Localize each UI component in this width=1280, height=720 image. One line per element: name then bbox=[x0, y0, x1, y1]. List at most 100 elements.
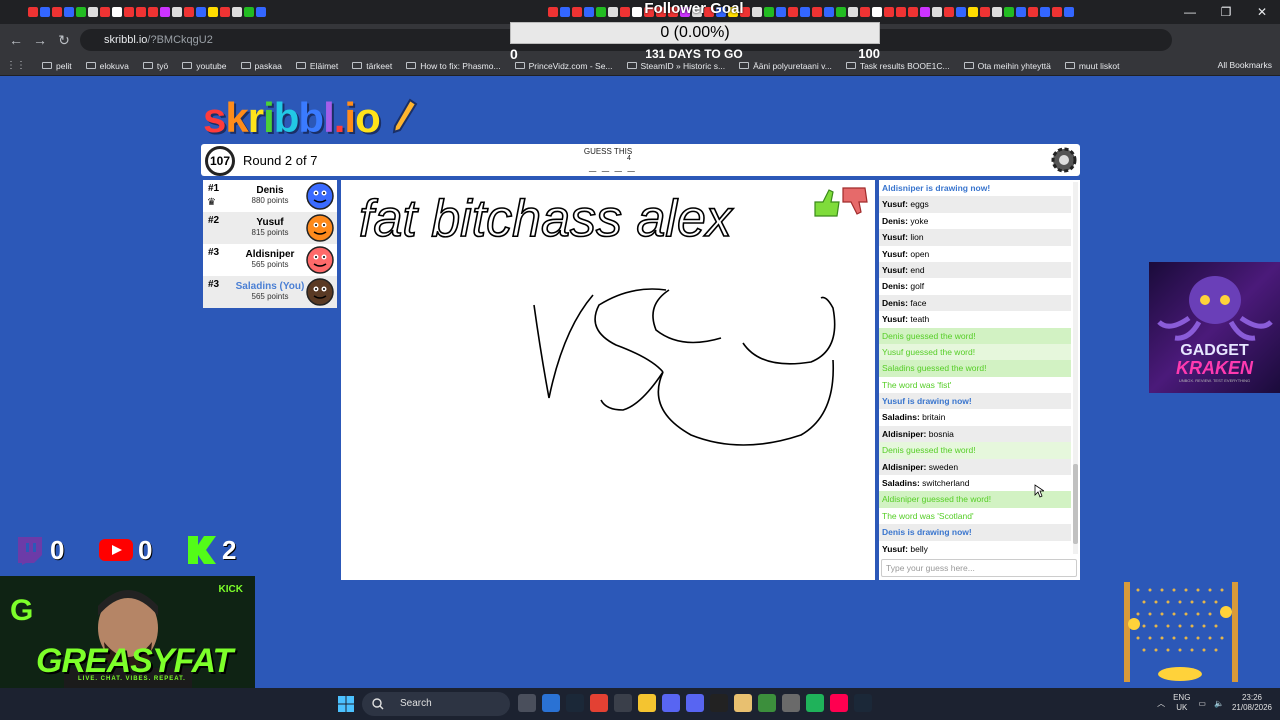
skribbl-logo[interactable]: skribbl.io bbox=[203, 94, 381, 142]
bookmark-item[interactable]: pelit bbox=[42, 61, 72, 71]
taskbar-apps[interactable] bbox=[518, 694, 872, 712]
plinko-peg bbox=[1214, 648, 1218, 652]
bookmark-item[interactable]: paskaa bbox=[240, 61, 282, 71]
bookmark-item[interactable]: tärkeet bbox=[352, 61, 392, 71]
reload-icon[interactable]: ↻ bbox=[52, 32, 76, 49]
bookmark-item[interactable]: elokuva bbox=[85, 61, 129, 71]
taskbar-app-icon[interactable] bbox=[614, 694, 632, 712]
tab-favicon-icon[interactable] bbox=[1064, 7, 1074, 17]
settings-gear-icon[interactable] bbox=[1050, 146, 1078, 174]
taskbar-app-icon[interactable] bbox=[518, 694, 536, 712]
tab-favicon-icon[interactable] bbox=[1028, 7, 1038, 17]
tab-favicon-icon[interactable] bbox=[136, 7, 146, 17]
taskbar-app-icon[interactable] bbox=[734, 694, 752, 712]
logo-letter: l bbox=[323, 94, 335, 141]
tab-favicon-icon[interactable] bbox=[920, 7, 930, 17]
bookmark-item[interactable]: youtube bbox=[182, 61, 227, 71]
tab-favicon-icon[interactable] bbox=[112, 7, 122, 17]
tab-favicon-icon[interactable] bbox=[956, 7, 966, 17]
tab-favicon-icon[interactable] bbox=[908, 7, 918, 17]
tab-favicon-icon[interactable] bbox=[256, 7, 266, 17]
tab-favicon-icon[interactable] bbox=[944, 7, 954, 17]
taskbar-app-icon[interactable] bbox=[662, 694, 680, 712]
tab-favicon-icon[interactable] bbox=[896, 7, 906, 17]
tab-favicon-icon[interactable] bbox=[1040, 7, 1050, 17]
chat-text: Yusuf is drawing now! bbox=[882, 396, 972, 407]
tab-favicon-icon[interactable] bbox=[172, 7, 182, 17]
drawing-canvas[interactable]: fat bitchass alex bbox=[341, 180, 875, 580]
vote-thumbs[interactable] bbox=[811, 184, 869, 220]
sponsor-tagline: UNBOX. REVIEW. TEST EVERYTHING bbox=[1178, 378, 1251, 383]
network-icon[interactable]: ▭ bbox=[1198, 699, 1206, 708]
tab-favicon-icon[interactable] bbox=[244, 7, 254, 17]
player-row[interactable]: #2 Yusuf 815 points bbox=[203, 212, 337, 244]
bookmark-item[interactable]: Ota meihin yhteyttä bbox=[963, 61, 1051, 71]
player-row[interactable]: #3 Aldisniper 565 points bbox=[203, 244, 337, 276]
taskbar-app-icon[interactable] bbox=[566, 694, 584, 712]
bookmark-item[interactable]: How to fix: Phasmo... bbox=[406, 61, 501, 71]
taskbar-app-icon[interactable] bbox=[638, 694, 656, 712]
volume-icon[interactable]: 🔈 bbox=[1214, 699, 1224, 708]
tab-favicon-icon[interactable] bbox=[100, 7, 110, 17]
tab-favicon-icon[interactable] bbox=[124, 7, 134, 17]
taskbar-app-icon[interactable] bbox=[758, 694, 776, 712]
tab-favicon-icon[interactable] bbox=[884, 7, 894, 17]
tab-favicon-icon[interactable] bbox=[40, 7, 50, 17]
player-row[interactable]: #3 Saladins (You) 565 points bbox=[203, 276, 337, 308]
tab-favicon-icon[interactable] bbox=[160, 7, 170, 17]
bookmark-item[interactable]: PrinceVidz.com - Se... bbox=[514, 61, 613, 71]
tab-favicon-icon[interactable] bbox=[52, 7, 62, 17]
bookmark-item[interactable]: muut liskot bbox=[1064, 61, 1119, 71]
bookmark-item[interactable]: SteamID » Historic s... bbox=[626, 61, 725, 71]
chevron-up-icon[interactable]: ︿ bbox=[1157, 698, 1165, 709]
forward-icon[interactable]: → bbox=[28, 32, 52, 48]
tab-favicon-icon[interactable] bbox=[208, 7, 218, 17]
tab-favicon-icon[interactable] bbox=[932, 7, 942, 17]
chat-message: Yusuf: open bbox=[879, 246, 1071, 262]
tab-favicon-icon[interactable] bbox=[28, 7, 38, 17]
bookmark-item[interactable]: Task results BOOE1C... bbox=[845, 61, 950, 71]
tab-favicon-icon[interactable] bbox=[1052, 7, 1062, 17]
bookmark-item[interactable]: työ bbox=[142, 61, 168, 71]
tab-favicon-icon[interactable] bbox=[232, 7, 242, 17]
tab-favicon-icon[interactable] bbox=[76, 7, 86, 17]
taskbar-app-icon[interactable] bbox=[830, 694, 848, 712]
player-row[interactable]: #1 ♛ Denis 880 points bbox=[203, 180, 337, 212]
tab-favicon-icon[interactable] bbox=[220, 7, 230, 17]
folder-icon bbox=[626, 62, 637, 69]
tab-favicon-icon[interactable] bbox=[64, 7, 74, 17]
language-indicator[interactable]: ENG UK bbox=[1173, 693, 1190, 713]
tab-favicon-icon[interactable] bbox=[980, 7, 990, 17]
tab-favicon-icon[interactable] bbox=[184, 7, 194, 17]
taskbar-app-icon[interactable] bbox=[782, 694, 800, 712]
player-avatar bbox=[306, 214, 334, 242]
bookmark-item[interactable]: Ääni polyuretaani v... bbox=[739, 61, 832, 71]
taskbar-app-icon[interactable] bbox=[854, 694, 872, 712]
plinko-peg bbox=[1172, 636, 1176, 640]
tab-favicon-icon[interactable] bbox=[88, 7, 98, 17]
guess-input[interactable] bbox=[881, 559, 1077, 577]
taskbar-app-icon[interactable] bbox=[710, 694, 728, 712]
minimize-icon[interactable]: — bbox=[1172, 0, 1208, 24]
all-bookmarks-button[interactable]: All Bookmarks bbox=[1218, 60, 1272, 70]
chat-scroll-thumb[interactable] bbox=[1073, 464, 1078, 544]
taskbar-app-icon[interactable] bbox=[590, 694, 608, 712]
tab-favicon-icon[interactable] bbox=[1004, 7, 1014, 17]
windows-start-icon[interactable] bbox=[338, 696, 354, 712]
clock[interactable]: 23:26 21/08/2026 bbox=[1232, 693, 1272, 713]
bookmark-item[interactable]: Eläimet bbox=[295, 61, 338, 71]
tab-favicon-icon[interactable] bbox=[196, 7, 206, 17]
taskbar-app-icon[interactable] bbox=[806, 694, 824, 712]
tab-favicon-icon[interactable] bbox=[992, 7, 1002, 17]
maximize-icon[interactable]: ❐ bbox=[1208, 0, 1244, 24]
close-icon[interactable]: ✕ bbox=[1244, 0, 1280, 24]
apps-icon[interactable]: ⋮⋮ bbox=[4, 60, 28, 71]
taskbar-app-icon[interactable] bbox=[542, 694, 560, 712]
tab-favicon-icon[interactable] bbox=[1016, 7, 1026, 17]
taskbar-search[interactable]: Search bbox=[362, 692, 510, 716]
taskbar-app-icon[interactable] bbox=[686, 694, 704, 712]
tab-favicon-icon[interactable] bbox=[968, 7, 978, 17]
webcam-overlay: G KICK GREASYFAT LIVE. CHAT. VIBES. REPE… bbox=[0, 576, 255, 688]
tab-favicon-icon[interactable] bbox=[148, 7, 158, 17]
back-icon[interactable]: ← bbox=[4, 32, 28, 48]
